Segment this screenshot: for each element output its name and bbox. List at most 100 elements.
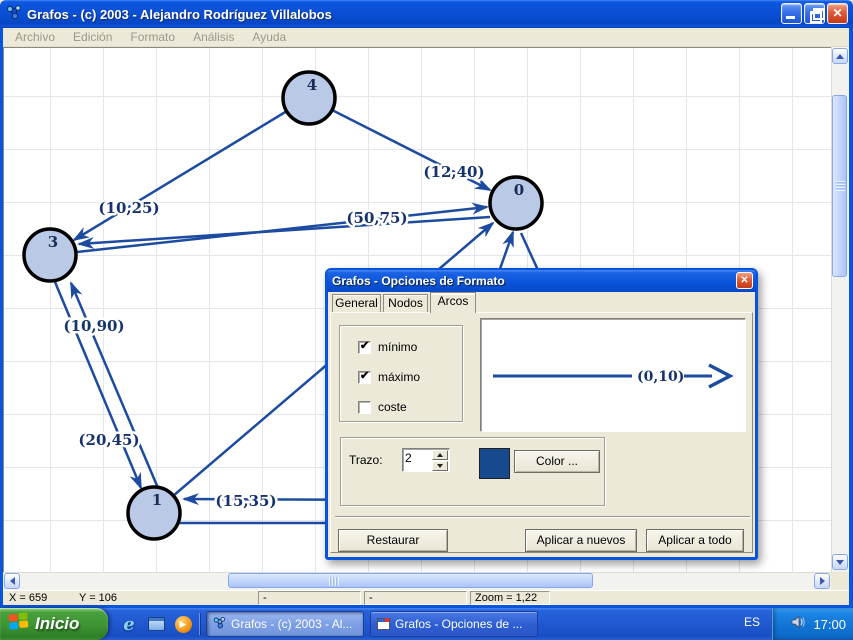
preview-arrowhead-icon [709, 365, 730, 387]
language-indicator[interactable]: ES [744, 615, 760, 629]
taskbar-button-format-dialog[interactable]: Grafos - Opciones de ... [370, 611, 538, 637]
stroke-width-spinner[interactable]: 2 [402, 448, 450, 472]
status-panel-1: - [258, 591, 361, 605]
checkbox-row-minimo[interactable]: ✔ mínimo [358, 340, 417, 354]
menu-item-archivo[interactable]: Archivo [6, 30, 64, 44]
restaurar-button[interactable]: Restaurar [338, 529, 448, 552]
window-border-left [0, 28, 3, 608]
edge-preview-drawing: (0,10) [481, 319, 745, 431]
menu-item-ayuda[interactable]: Ayuda [243, 30, 295, 44]
color-button[interactable]: Color ... [514, 450, 600, 473]
graph-edge-label: (15,35) [215, 492, 276, 510]
arrow-right-icon [820, 577, 825, 585]
thumb-grip-icon [329, 577, 339, 586]
windows-logo-icon [8, 612, 29, 637]
media-player-icon[interactable]: ▶ [172, 613, 194, 635]
scroll-down-button[interactable] [832, 554, 848, 570]
aplicar-a-todo-button[interactable]: Aplicar a todo [646, 529, 744, 552]
graph-edge-label: (10,25) [98, 199, 159, 217]
taskbar: Inicio e ▶ Grafos - (c) 2003 - [0, 608, 853, 640]
graph-edge[interactable] [74, 111, 287, 240]
arrow-up-icon [437, 453, 443, 457]
edge-labels-groupbox: ✔ mínimo ✔ máximo coste [339, 325, 463, 422]
format-options-dialog: Grafos - Opciones de Formato ✕ General N… [325, 268, 758, 560]
horizontal-scrollbar-thumb[interactable] [228, 573, 593, 588]
preview-edge-label: (0,10) [637, 369, 684, 385]
menu-item-formato[interactable]: Formato [121, 30, 184, 44]
arrow-down-icon [437, 464, 443, 468]
status-x-coordinate: X = 659 [9, 592, 47, 604]
stroke-label: Trazo: [349, 453, 383, 467]
vertical-scrollbar-thumb[interactable] [832, 95, 847, 277]
app-icon [6, 4, 22, 25]
coste-checkbox[interactable] [358, 401, 371, 414]
stroke-width-value: 2 [405, 451, 412, 465]
taskbar-button-label: Grafos - Opciones de ... [395, 617, 522, 631]
minimo-checkbox[interactable]: ✔ [358, 341, 371, 354]
menu-item-analisis[interactable]: Análisis [184, 30, 243, 44]
scroll-left-button[interactable] [4, 573, 20, 589]
checkmark-icon: ✔ [360, 369, 369, 382]
app-title: Grafos - (c) 2003 - Alejandro Rodríguez … [27, 7, 332, 22]
dialog-close-button[interactable]: ✕ [736, 272, 753, 289]
graph-edge-label: (10,90) [63, 317, 124, 335]
minimo-label: mínimo [378, 340, 417, 354]
taskbar-button-grafos-app[interactable]: Grafos - (c) 2003 - Al... [206, 611, 364, 637]
restore-button[interactable] [804, 3, 825, 24]
window-border-right [849, 28, 853, 608]
dialog-titlebar[interactable]: Grafos - Opciones de Formato ✕ [327, 270, 756, 292]
graph-edge-label: (50,75) [346, 209, 407, 227]
graph-node-label: 1 [152, 491, 162, 509]
dialog-divider [335, 516, 750, 518]
checkbox-row-coste[interactable]: coste [358, 400, 407, 414]
show-desktop-icon[interactable] [145, 613, 167, 635]
graph-edge[interactable] [79, 217, 490, 244]
start-label: Inicio [35, 614, 79, 634]
graph-edge-label: (20,45) [78, 431, 139, 449]
edge-preview-panel: (0,10) [480, 318, 746, 432]
graph-node-label: 0 [514, 181, 524, 199]
graph-edge[interactable] [55, 282, 141, 488]
maximo-label: máximo [378, 370, 420, 384]
arrow-left-icon [10, 577, 15, 585]
maximo-checkbox[interactable]: ✔ [358, 371, 371, 384]
vertical-scrollbar[interactable] [831, 47, 849, 572]
internet-explorer-icon[interactable]: e [118, 613, 140, 635]
graph-node-label: 4 [307, 76, 317, 94]
app-titlebar[interactable]: Grafos - (c) 2003 - Alejandro Rodríguez … [0, 0, 853, 28]
speaker-icon[interactable] [791, 615, 806, 634]
dialog-title: Grafos - Opciones de Formato [332, 274, 505, 288]
spinner-down-button[interactable] [432, 461, 448, 471]
app-icon [213, 616, 226, 632]
coste-label: coste [378, 400, 407, 414]
graph-node-label: 3 [48, 233, 58, 251]
graph-edge-label: (12,40) [423, 163, 484, 181]
start-button[interactable]: Inicio [0, 608, 108, 640]
tab-arcos[interactable]: Arcos [430, 292, 476, 313]
spinner-up-button[interactable] [432, 450, 448, 460]
thumb-grip-icon [836, 181, 845, 191]
scroll-right-button[interactable] [814, 573, 830, 589]
tab-nodos[interactable]: Nodos [383, 294, 428, 312]
aplicar-a-nuevos-button[interactable]: Aplicar a nuevos [525, 529, 637, 552]
color-swatch [479, 448, 510, 479]
arcos-tab-page: ✔ mínimo ✔ máximo coste [330, 312, 753, 553]
graph-edge[interactable] [71, 283, 158, 488]
quick-launch-separator [199, 613, 200, 635]
arrow-down-icon [836, 560, 844, 565]
arrow-up-icon [836, 54, 844, 59]
clock[interactable]: 17:00 [813, 617, 846, 632]
scroll-up-button[interactable] [832, 48, 848, 64]
tab-general[interactable]: General [332, 294, 381, 312]
system-tray: 17:00 [772, 608, 853, 640]
horizontal-scrollbar[interactable] [3, 572, 831, 590]
minimize-button[interactable] [781, 3, 802, 24]
status-panel-2: - [364, 591, 467, 605]
menu-item-edicion[interactable]: Edición [64, 30, 121, 44]
status-y-coordinate: Y = 106 [79, 592, 117, 604]
checkbox-row-maximo[interactable]: ✔ máximo [358, 370, 420, 384]
stroke-groupbox: Trazo: 2 Color ... [340, 437, 605, 506]
status-bar: X = 659 Y = 106 - - Zoom = 1,22 [3, 590, 849, 605]
status-zoom-level: Zoom = 1,22 [470, 591, 550, 605]
close-button[interactable]: ✕ [827, 3, 848, 24]
